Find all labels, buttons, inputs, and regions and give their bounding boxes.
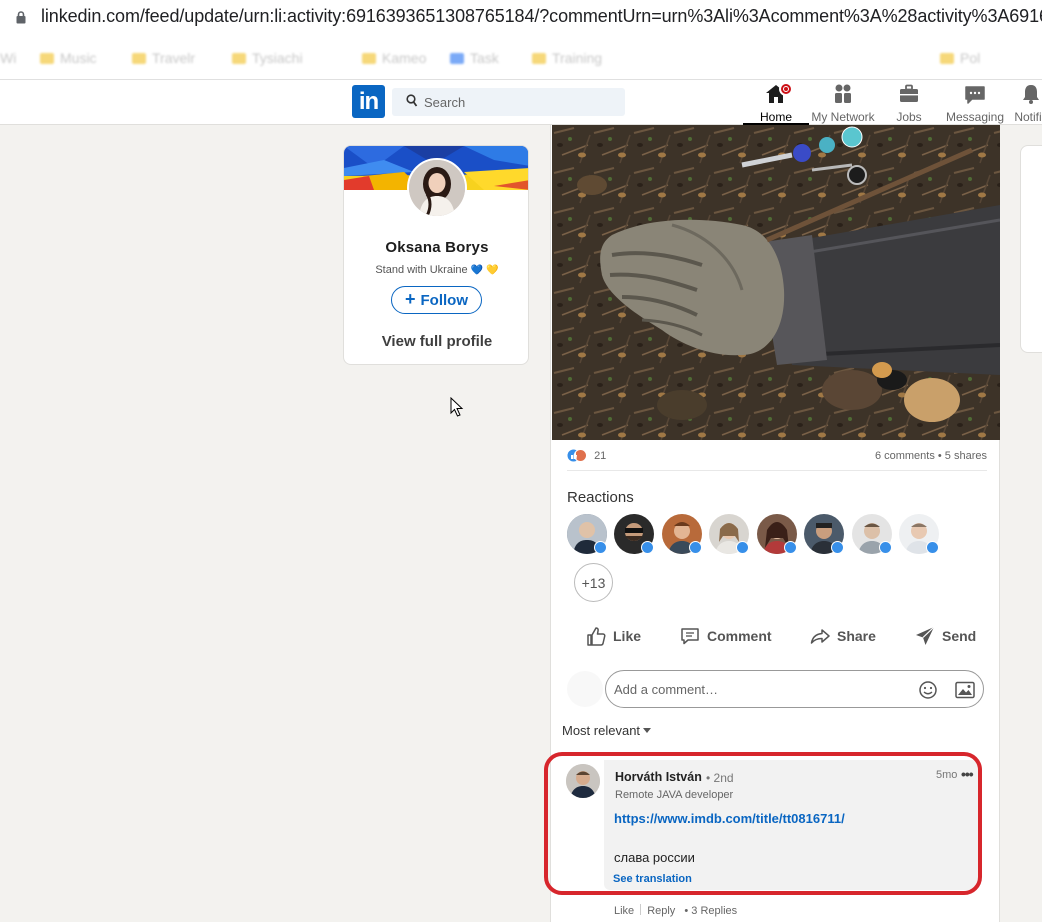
- profile-headline: Stand with Ukraine 💙 💛: [375, 264, 499, 276]
- sort-dropdown[interactable]: Most relevant: [562, 723, 652, 738]
- yellow-heart-icon: 💛: [486, 265, 499, 276]
- like-button[interactable]: Like: [585, 624, 641, 648]
- linkedin-header: in Home My Network Jobs Me: [0, 80, 1042, 125]
- folder-icon: [450, 53, 464, 64]
- bookmarks-bar: Wi Music Travelr Tysiachi Kameo Task Tra…: [0, 36, 1042, 80]
- linkedin-logo[interactable]: in: [352, 85, 385, 118]
- reaction-icons[interactable]: [567, 449, 587, 462]
- comment-box[interactable]: [605, 670, 984, 708]
- folder-icon: [132, 53, 146, 64]
- bookmark-item[interactable]: Training: [532, 50, 602, 66]
- send-icon: [916, 626, 935, 645]
- thumbs-up-icon: [587, 627, 606, 646]
- like-reaction-icon: [926, 541, 939, 554]
- nav-home[interactable]: Home: [743, 82, 809, 125]
- nav-messaging-label: Messaging: [945, 110, 1005, 124]
- view-full-profile-link[interactable]: View full profile: [344, 333, 528, 350]
- image-icon[interactable]: [955, 681, 975, 699]
- folder-icon: [232, 53, 246, 64]
- folder-icon: [532, 53, 546, 64]
- post-stats: 21 6 comments • 5 shares: [567, 449, 987, 462]
- lock-icon: [16, 11, 26, 24]
- bookmark-item[interactable]: Wi: [0, 50, 16, 66]
- follow-button[interactable]: + Follow: [391, 286, 482, 314]
- folder-icon: [362, 53, 376, 64]
- like-reaction-icon: [736, 541, 749, 554]
- comment-icon: [681, 628, 699, 645]
- mouse-cursor-icon: [450, 397, 464, 417]
- plus-icon: +: [404, 288, 416, 309]
- comment-input[interactable]: [614, 671, 904, 707]
- profile-avatar[interactable]: [407, 158, 467, 218]
- comment-reply-button[interactable]: Reply: [647, 905, 675, 917]
- like-reaction-icon: [594, 541, 607, 554]
- more-reactions-button[interactable]: +13: [574, 563, 613, 602]
- emoji-icon[interactable]: [918, 680, 938, 700]
- bookmark-item[interactable]: Pol: [940, 50, 980, 66]
- current-user-avatar: [567, 671, 603, 707]
- divider: [567, 470, 987, 471]
- nav-jobs[interactable]: Jobs: [884, 83, 934, 124]
- nav-notifications-label: Notific: [1014, 110, 1042, 124]
- bookmark-item[interactable]: Music: [40, 50, 97, 66]
- replies-count[interactable]: • 3 Replies: [684, 905, 743, 917]
- like-reaction-icon: [831, 541, 844, 554]
- bookmark-item[interactable]: Tysiachi: [232, 50, 303, 66]
- folder-icon: [40, 53, 54, 64]
- share-button[interactable]: Share: [809, 624, 876, 648]
- people-icon: [835, 84, 851, 103]
- blue-heart-icon: 💙: [470, 265, 484, 276]
- bell-icon: [1023, 85, 1039, 104]
- nav-my-network[interactable]: My Network: [810, 83, 876, 124]
- search-input[interactable]: [424, 88, 614, 116]
- reactions-title: Reactions: [567, 489, 634, 506]
- search-bar[interactable]: [392, 88, 625, 116]
- briefcase-icon: [900, 84, 918, 102]
- nav-network-label: My Network: [811, 110, 875, 124]
- like-reaction-icon: [689, 541, 702, 554]
- share-icon: [810, 629, 830, 644]
- comment-like-button[interactable]: Like: [614, 905, 634, 917]
- message-icon: [965, 86, 985, 104]
- nav-home-label: Home: [759, 110, 792, 124]
- nav-jobs-label: Jobs: [896, 110, 922, 124]
- send-button[interactable]: Send: [914, 624, 976, 648]
- caret-down-icon: [643, 728, 652, 733]
- bookmark-item[interactable]: Travelr: [132, 50, 195, 66]
- highlight-box: [544, 752, 982, 895]
- browser-address-bar[interactable]: linkedin.com/feed/update/urn:li:activity…: [0, 0, 1042, 36]
- search-icon: [406, 94, 418, 107]
- separator: [640, 904, 642, 915]
- profile-card: Oksana Borys Stand with Ukraine 💙 💛 + Fo…: [343, 145, 529, 365]
- comments-shares-count[interactable]: 6 comments • 5 shares: [875, 450, 987, 462]
- profile-name[interactable]: Oksana Borys: [344, 239, 528, 256]
- right-sidebar-card: [1020, 145, 1042, 353]
- nav-notifications[interactable]: Notific: [1006, 83, 1042, 124]
- bookmark-item[interactable]: Task: [450, 50, 499, 66]
- nav-messaging[interactable]: Messaging: [945, 83, 1005, 124]
- like-reaction-icon: [784, 541, 797, 554]
- post-image[interactable]: [552, 125, 1000, 440]
- like-reaction-icon: [879, 541, 892, 554]
- url-text[interactable]: linkedin.com/feed/update/urn:li:activity…: [41, 6, 1042, 27]
- like-reaction-icon: [641, 541, 654, 554]
- notification-badge: [779, 82, 793, 96]
- bookmark-item[interactable]: Kameo: [362, 50, 426, 66]
- reaction-count[interactable]: 21: [594, 450, 606, 462]
- comment-button[interactable]: Comment: [679, 624, 772, 648]
- comment-actions: Like Reply • 3 Replies: [614, 904, 749, 917]
- folder-icon: [940, 53, 954, 64]
